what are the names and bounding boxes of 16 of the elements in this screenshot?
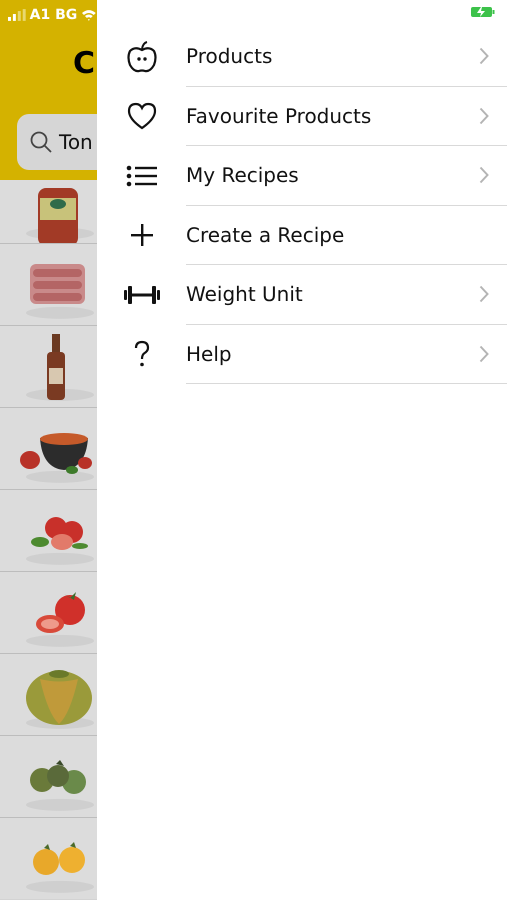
signal-icon bbox=[8, 9, 26, 21]
menu-item[interactable]: Help bbox=[97, 324, 507, 384]
screen-title: C bbox=[72, 45, 95, 83]
menu-item[interactable]: Weight Unit bbox=[97, 265, 507, 324]
search-field[interactable]: Ton bbox=[17, 114, 97, 170]
dumbbell-icon bbox=[124, 284, 160, 305]
apple-icon bbox=[124, 40, 158, 74]
carrier-text: A1 BG bbox=[30, 6, 78, 24]
heart-icon bbox=[126, 101, 158, 132]
menu-item[interactable]: Products bbox=[97, 27, 507, 86]
list-icon bbox=[126, 164, 158, 188]
search-icon bbox=[29, 130, 53, 154]
menu-item[interactable]: Favourite Products bbox=[97, 86, 507, 146]
plus-icon bbox=[128, 222, 154, 248]
menu-item[interactable]: Create a Recipe bbox=[97, 206, 507, 265]
menu-item[interactable]: My Recipes bbox=[97, 146, 507, 206]
